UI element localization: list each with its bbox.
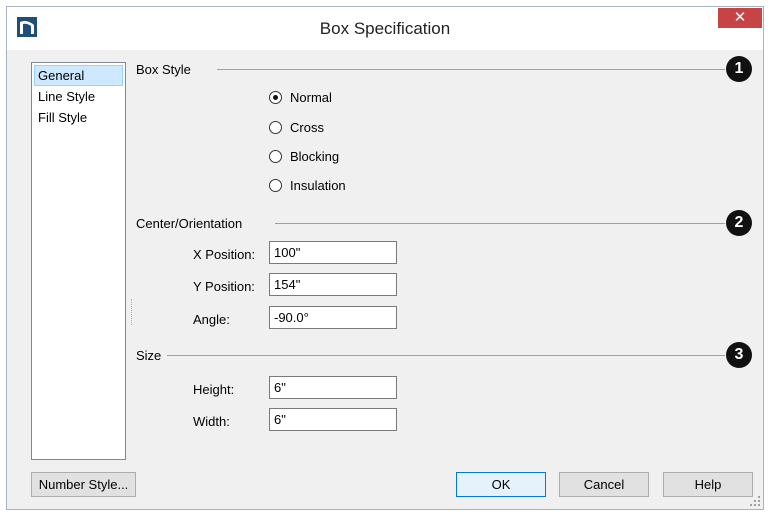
- box-style-divider: [217, 69, 725, 70]
- dialog-window: Box Specification ✕ General Line Style F…: [6, 6, 764, 510]
- nav-item-general[interactable]: General: [34, 65, 123, 86]
- height-input[interactable]: 6": [269, 376, 397, 399]
- size-group-title: Size: [136, 348, 162, 363]
- radio-insulation-indicator[interactable]: [269, 179, 282, 192]
- width-input[interactable]: 6": [269, 408, 397, 431]
- radio-normal[interactable]: Normal: [269, 90, 332, 105]
- title-bar[interactable]: Box Specification ✕: [7, 7, 763, 50]
- close-icon: ✕: [733, 9, 747, 26]
- y-position-label: Y Position:: [193, 279, 255, 294]
- nav-item-fill-style[interactable]: Fill Style: [34, 107, 123, 128]
- box-style-group-title: Box Style: [136, 62, 191, 77]
- radio-blocking-indicator[interactable]: [269, 150, 282, 163]
- callout-badge-3: 3: [726, 342, 752, 368]
- center-orientation-group-title: Center/Orientation: [136, 216, 243, 231]
- height-label: Height:: [193, 382, 235, 397]
- nav-item-label: Line Style: [38, 89, 96, 104]
- resize-grip-icon[interactable]: [750, 496, 760, 506]
- radio-cross[interactable]: Cross: [269, 120, 324, 135]
- angle-label: Angle:: [193, 312, 230, 327]
- radio-normal-label: Normal: [290, 90, 332, 105]
- splitter-grip[interactable]: [131, 299, 134, 325]
- angle-input[interactable]: -90.0°: [269, 306, 397, 329]
- dialog-title: Box Specification: [319, 19, 451, 38]
- help-button[interactable]: Help: [663, 472, 753, 497]
- x-position-input[interactable]: 100": [269, 241, 397, 264]
- category-list[interactable]: General Line Style Fill Style: [31, 62, 126, 460]
- radio-normal-indicator[interactable]: [269, 91, 282, 104]
- callout-badge-2: 2: [726, 210, 752, 236]
- width-label: Width:: [193, 414, 230, 429]
- nav-item-label: General: [38, 68, 85, 83]
- cancel-button[interactable]: Cancel: [559, 472, 649, 497]
- nav-item-label: Fill Style: [38, 110, 88, 125]
- close-button[interactable]: ✕: [718, 8, 762, 28]
- size-divider: [167, 355, 725, 356]
- callout-badge-1: 1: [726, 56, 752, 82]
- radio-cross-indicator[interactable]: [269, 121, 282, 134]
- center-orientation-divider: [275, 223, 725, 224]
- nav-item-line-style[interactable]: Line Style: [34, 86, 123, 107]
- radio-blocking[interactable]: Blocking: [269, 149, 339, 164]
- y-position-input[interactable]: 154": [269, 273, 397, 296]
- ok-button[interactable]: OK: [456, 472, 546, 497]
- radio-cross-label: Cross: [290, 120, 324, 135]
- radio-insulation[interactable]: Insulation: [269, 178, 346, 193]
- radio-blocking-label: Blocking: [290, 149, 340, 164]
- number-style-button[interactable]: Number Style...: [31, 472, 136, 497]
- x-position-label: X Position:: [193, 247, 256, 262]
- radio-insulation-label: Insulation: [290, 178, 346, 193]
